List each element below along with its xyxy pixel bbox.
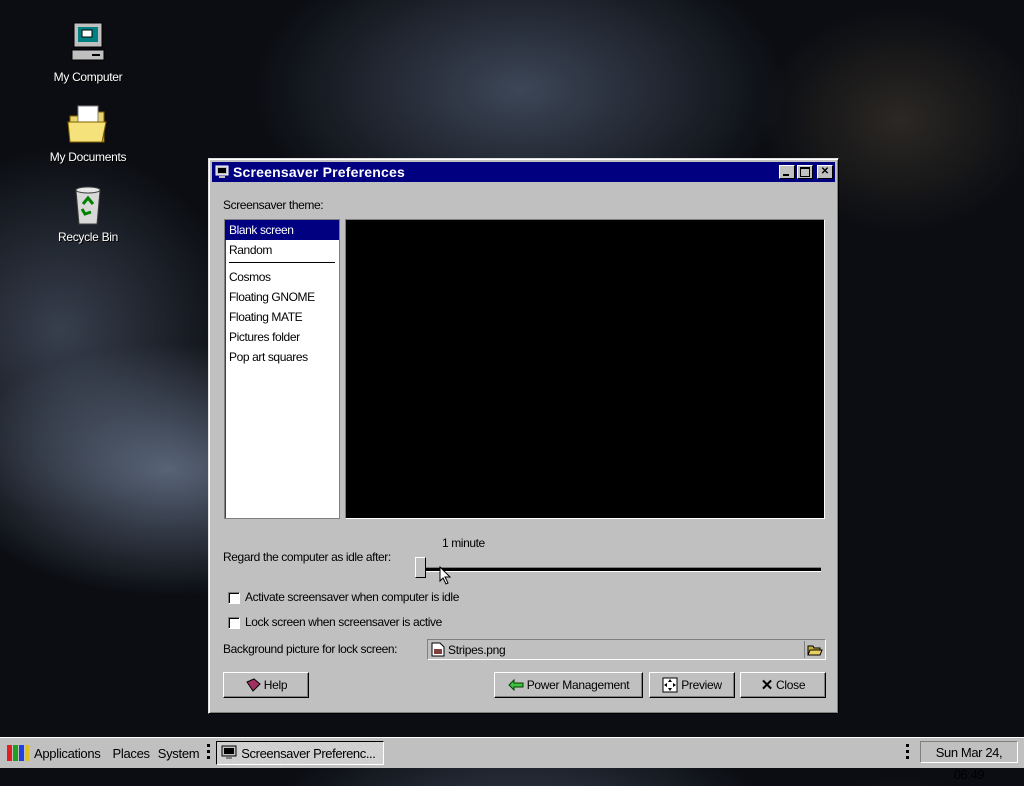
taskbar-window-label: Screensaver Preferenc... [241, 745, 376, 761]
screensaver-app-icon [215, 165, 229, 178]
background-file-name: Stripes.png [448, 642, 506, 657]
maximize-icon [800, 167, 810, 177]
list-separator [229, 262, 335, 263]
desktop-icon-recycle-bin[interactable]: Recycle Bin [43, 182, 133, 244]
menu-system[interactable]: System [154, 746, 204, 761]
start-logo-icon [7, 745, 29, 761]
help-button[interactable]: Help [223, 672, 309, 698]
theme-list[interactable]: Blank screen Random Cosmos Floating GNOM… [224, 219, 340, 519]
theme-item-floating-mate[interactable]: Floating MATE [225, 307, 339, 327]
activate-label[interactable]: Activate screensaver when computer is id… [245, 590, 459, 604]
desktop-icon-my-computer[interactable]: My Computer [43, 20, 133, 84]
help-book-icon [246, 678, 261, 692]
power-management-button[interactable]: Power Management [494, 672, 643, 698]
close-icon: ✕ [820, 166, 830, 177]
theme-item-blank-screen[interactable]: Blank screen [225, 220, 339, 240]
panel-handle-right[interactable] [906, 744, 909, 762]
theme-item-pictures-folder[interactable]: Pictures folder [225, 327, 339, 347]
screensaver-preview [345, 219, 825, 519]
menu-places[interactable]: Places [109, 746, 154, 761]
theme-item-random[interactable]: Random [225, 240, 339, 260]
menu-applications[interactable]: Applications [30, 746, 105, 761]
close-button[interactable]: ✕ Close [740, 672, 826, 698]
close-x-icon: ✕ [760, 677, 774, 694]
folder-icon [67, 105, 107, 143]
theme-item-floating-gnome[interactable]: Floating GNOME [225, 287, 339, 307]
open-folder-icon [807, 645, 823, 655]
idle-slider-thumb[interactable] [415, 557, 426, 578]
taskbar: Applications Places System Screensaver P… [0, 737, 1024, 782]
taskbar-window-button[interactable]: Screensaver Preferenc... [216, 741, 385, 765]
close-label: Close [776, 678, 806, 692]
clock[interactable]: Sun Mar 24, 06:49 [920, 741, 1018, 782]
desktop-icon-label: Recycle Bin [57, 230, 119, 244]
lock-checkbox[interactable] [228, 617, 240, 629]
theme-label: Screensaver theme: [223, 198, 324, 212]
minimize-button[interactable] [779, 165, 795, 179]
window-title: Screensaver Preferences [233, 164, 405, 180]
desktop-icon-my-documents[interactable]: My Documents [43, 102, 133, 164]
close-window-button[interactable]: ✕ [817, 165, 833, 179]
theme-item-cosmos[interactable]: Cosmos [225, 267, 339, 287]
screensaver-task-icon [221, 745, 237, 759]
screensaver-preferences-window: Screensaver Preferences ✕ Screensaver th… [208, 158, 839, 714]
desktop-icon-label: My Computer [53, 70, 123, 84]
image-file-icon [431, 642, 445, 657]
minimize-icon [783, 174, 789, 176]
mouse-cursor-icon [439, 566, 452, 585]
power-plug-icon [507, 679, 524, 691]
idle-label: Regard the computer as idle after: [223, 550, 391, 564]
browse-button[interactable] [804, 641, 825, 658]
desktop-icon-label: My Documents [49, 150, 127, 164]
background-file-chooser[interactable]: Stripes.png [427, 639, 826, 660]
background-label: Background picture for lock screen: [223, 642, 398, 656]
preview-label: Preview [681, 678, 722, 692]
panel-handle[interactable] [207, 744, 211, 762]
maximize-button[interactable] [797, 165, 813, 179]
fullscreen-icon [662, 677, 678, 693]
computer-icon [71, 22, 105, 61]
preview-button[interactable]: Preview [649, 672, 735, 698]
idle-value-label: 1 minute [442, 536, 485, 550]
titlebar[interactable]: Screensaver Preferences ✕ [212, 162, 835, 182]
idle-slider-track[interactable] [423, 567, 821, 572]
power-management-label: Power Management [526, 678, 630, 692]
theme-item-pop-art-squares[interactable]: Pop art squares [225, 347, 339, 367]
activate-checkbox[interactable] [228, 592, 240, 604]
lock-label[interactable]: Lock screen when screensaver is active [245, 615, 442, 629]
recycle-bin-icon [75, 186, 101, 225]
help-button-label: Help [263, 678, 288, 692]
